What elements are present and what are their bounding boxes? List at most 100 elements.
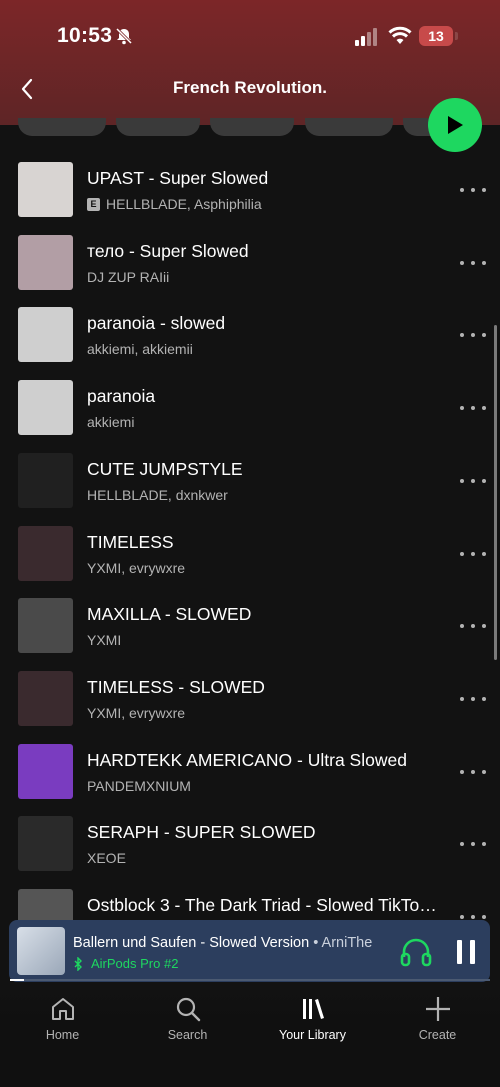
battery-indicator: 13: [419, 26, 453, 46]
cellular-signal-icon: [355, 28, 377, 46]
more-options-icon[interactable]: [460, 398, 486, 418]
more-options-icon[interactable]: [460, 471, 486, 491]
tab-label: Home: [45, 1028, 80, 1042]
filter-chip[interactable]: [305, 118, 393, 136]
more-dot: [471, 188, 475, 192]
battery-tip: [455, 32, 458, 40]
more-dot: [471, 915, 475, 919]
more-dot: [482, 696, 486, 701]
more-options-icon[interactable]: [460, 325, 486, 345]
more-dot: [460, 188, 464, 192]
track-row[interactable]: тело - Super Slowed DJ ZUP RAIii: [0, 231, 500, 303]
track-row[interactable]: TIMELESS - SLOWED YXMI, evrywxre: [0, 667, 500, 739]
more-dot: [482, 333, 486, 338]
more-options-icon[interactable]: [460, 689, 486, 709]
battery-level: 13: [428, 28, 444, 44]
track-title: TIMELESS - SLOWED: [87, 676, 265, 697]
tab-create[interactable]: Create: [375, 995, 500, 1042]
track-artists: YXMI, evrywxre: [87, 704, 186, 721]
tab-search[interactable]: Search: [125, 995, 250, 1042]
headphones-icon[interactable]: [399, 935, 433, 969]
more-dot: [471, 842, 475, 847]
more-dot: [482, 842, 486, 847]
more-options-icon[interactable]: [460, 180, 486, 200]
more-dot: [471, 260, 475, 265]
track-title: UPAST - Super Slowed: [87, 168, 269, 188]
more-options-icon[interactable]: [460, 253, 486, 273]
more-dot: [482, 406, 486, 411]
track-artwork: [18, 162, 73, 217]
more-options-icon[interactable]: [460, 762, 486, 782]
now-playing-track: Ballern und Saufen - Slowed Version • Ar…: [73, 935, 378, 951]
track-row[interactable]: MAXILLA - SLOWED YXMI: [0, 594, 500, 666]
track-artwork: [18, 307, 73, 363]
more-dot: [460, 696, 464, 701]
more-dot: [471, 551, 475, 556]
playlist-header: 10:53 13 French Revolution.: [0, 0, 500, 125]
play-button[interactable]: [428, 98, 482, 152]
track-artwork: [18, 816, 73, 872]
track-artwork: [18, 234, 73, 290]
track-row[interactable]: UPAST - Super Slowed E HELLBLADE, Asphiphi…: [0, 158, 500, 230]
now-playing-separator: •: [309, 935, 322, 951]
track-subtitle: XEOE: [87, 850, 126, 866]
more-options-icon[interactable]: [460, 616, 486, 636]
more-dot: [460, 406, 464, 411]
tab-your-library[interactable]: Your Library: [250, 995, 375, 1042]
status-time: 10:53: [57, 24, 113, 47]
track-subtitle: PANDEMXNIUM: [87, 778, 191, 794]
track-subtitle: akkiemi: [87, 414, 134, 430]
track-artists: HELLBLADE, dxnkwer: [87, 486, 228, 503]
track-row[interactable]: TIMELESS YXMI, evrywxre: [0, 522, 500, 594]
play-icon: [448, 116, 463, 134]
more-dot: [482, 478, 486, 483]
track-artwork: [18, 525, 73, 581]
wifi-icon: [388, 26, 412, 44]
pause-icon[interactable]: [451, 938, 481, 966]
filter-chip[interactable]: [210, 118, 294, 136]
track-artwork: [18, 598, 73, 654]
page-title: French Revolution.: [173, 78, 327, 97]
track-row[interactable]: CUTE JUMPSTYLE HELLBLADE, dxnkwer: [0, 449, 500, 521]
more-dot: [460, 915, 464, 919]
playback-progress[interactable]: [10, 979, 490, 981]
more-dot: [482, 260, 486, 265]
track-artists: PANDEMXNIUM: [87, 777, 191, 794]
now-playing-artist: ArniThe: [321, 935, 373, 951]
plus-icon: [425, 997, 450, 1021]
more-dot: [471, 333, 475, 338]
track-artists: HELLBLADE, Asphiphilia: [106, 196, 262, 212]
track-row[interactable]: paranoia akkiemi: [0, 376, 500, 448]
playback-progress-fill: [10, 979, 25, 981]
filter-chip[interactable]: [18, 118, 106, 136]
more-dot: [460, 260, 464, 265]
filter-chip[interactable]: [116, 118, 200, 136]
track-subtitle: YXMI, evrywxre: [87, 560, 185, 576]
home-icon: [51, 998, 74, 1020]
now-playing-device: AirPods Pro #2: [73, 956, 178, 971]
track-artists: akkiemi: [87, 414, 135, 431]
mini-player[interactable]: Ballern und Saufen - Slowed Version • Ar…: [9, 920, 490, 982]
bell-off-icon: [115, 27, 133, 45]
track-title: TIMELESS: [87, 531, 174, 552]
track-row[interactable]: Ostblock 3 - The Dark Triad - Slowed Tik…: [0, 885, 500, 922]
track-row[interactable]: paranoia - slowed akkiemi, akkiemii: [0, 303, 500, 375]
more-options-icon[interactable]: [460, 834, 486, 854]
tab-home[interactable]: Home: [0, 995, 125, 1042]
track-row[interactable]: SERAPH - SUPER SLOWED XEOE: [0, 812, 500, 884]
mini-player-artwork: [17, 927, 65, 975]
more-dot: [471, 696, 475, 701]
now-playing-title: Ballern und Saufen - Slowed Version: [73, 935, 310, 951]
track-subtitle: E HELLBLADE, Asphiphilia: [87, 196, 262, 212]
track-subtitle: HELLBLADE, dxnkwer: [87, 487, 228, 503]
more-dot: [460, 624, 464, 629]
track-row[interactable]: HARDTEKK AMERICANO - Ultra Slowed PANDEMX…: [0, 740, 500, 812]
more-dot: [471, 769, 475, 774]
more-dot: [482, 915, 486, 919]
track-artists: YXMI: [87, 632, 122, 649]
track-artwork: [18, 380, 73, 436]
track-title: Ostblock 3 - The Dark Triad - Slowed Tik…: [87, 895, 442, 915]
more-options-icon[interactable]: [460, 544, 486, 564]
scrollbar[interactable]: [494, 325, 497, 660]
track-subtitle: DJ ZUP RAIii: [87, 269, 169, 285]
